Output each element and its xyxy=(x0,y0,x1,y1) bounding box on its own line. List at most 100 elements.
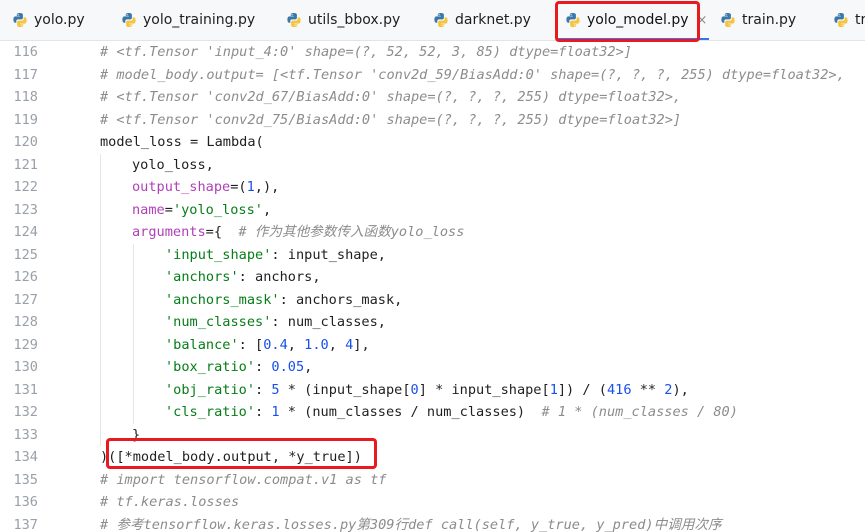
line-number: 117 xyxy=(13,66,38,83)
tab-train[interactable]: train.py xyxy=(720,0,796,40)
code-token: , xyxy=(328,336,346,353)
code-token: : [ xyxy=(238,336,264,353)
code-token: * (num_classes / num_classes) xyxy=(279,404,542,420)
code-line: 137 # 参考tensorflow.keras.losses.py第309行de… xyxy=(0,514,865,532)
code-token: # <tf.Tensor 'conv2d_75/BiasAdd:0' shape… xyxy=(100,111,682,128)
code-token: 1.0 xyxy=(304,336,329,353)
tab-yolo-model[interactable]: yolo_model.py × xyxy=(565,0,707,40)
code-token: = xyxy=(164,201,173,218)
code-token: 5 xyxy=(271,381,280,398)
code-line: 134 )([*model_body.output, *y_true]) xyxy=(0,446,865,469)
code-token: , xyxy=(287,336,305,353)
code-text: name='yolo_loss', xyxy=(132,199,271,222)
code-editor[interactable]: 116 # <tf.Tensor 'input_4:0' shape=(?, 52… xyxy=(0,41,865,532)
code-text: 'anchors': anchors, xyxy=(165,266,321,289)
code-token: , xyxy=(304,359,313,375)
code-text: 'obj_ratio': 5 * (input_shape[0] * input… xyxy=(165,379,689,402)
code-token: 1 xyxy=(271,404,280,420)
tab-label: train.py xyxy=(742,12,797,28)
line-number: 119 xyxy=(13,111,38,128)
code-token: # model_body.output= [<tf.Tensor 'conv2d… xyxy=(100,66,845,83)
tab-label: yolo.py xyxy=(34,12,85,28)
code-token: # import tensorflow.compat.v1 as tf xyxy=(100,471,387,488)
code-token: ** xyxy=(631,381,665,398)
code-token: } xyxy=(132,426,141,443)
code-token: : anchors_mask, xyxy=(279,291,403,308)
code-token: yolo_loss, xyxy=(132,156,214,173)
code-token: 1 xyxy=(246,179,255,195)
line-number: 136 xyxy=(13,494,38,510)
code-token: ] * input_shape[ xyxy=(418,381,550,398)
code-text: output_shape=(1,), xyxy=(132,176,279,199)
code-text: # import tensorflow.compat.v1 as tf xyxy=(100,469,386,492)
line-number: 124 xyxy=(13,224,38,240)
line-number: 134 xyxy=(13,449,38,465)
code-token: * (input_shape[ xyxy=(279,381,411,398)
code-token: : anchors, xyxy=(238,269,321,285)
code-line: 122 output_shape=(1,), xyxy=(0,176,865,199)
code-line: 124 arguments={ # 作为其他参数传入函数yolo_loss xyxy=(0,221,865,244)
python-file-icon xyxy=(122,13,136,27)
code-token: 0.05 xyxy=(271,359,305,375)
code-text: 'balance': [0.4, 1.0, 4], xyxy=(165,334,370,357)
code-text: model_loss = Lambda( xyxy=(100,131,264,154)
code-token: arguments xyxy=(132,224,206,240)
code-line: 136 # tf.keras.losses xyxy=(0,491,865,514)
code-token: ]) / ( xyxy=(557,381,607,398)
code-token: ], xyxy=(353,336,370,353)
tab-utils-bbox[interactable]: utils_bbox.py xyxy=(286,0,400,40)
code-token: 416 xyxy=(606,381,632,398)
tab-yolo-training[interactable]: yolo_training.py xyxy=(121,0,255,40)
code-token: # <tf.Tensor 'input_4:0' shape=(?, 52, 5… xyxy=(100,44,632,60)
code-text: 'input_shape': input_shape, xyxy=(165,244,386,267)
tab-label: yolo_model.py xyxy=(587,12,689,28)
code-line: 126 'anchors': anchors, xyxy=(0,266,865,289)
python-file-icon xyxy=(721,13,735,27)
line-number: 130 xyxy=(13,359,38,375)
code-token: name xyxy=(132,201,165,218)
code-token: 'box_ratio' xyxy=(165,359,256,375)
code-line: 133} xyxy=(0,424,865,447)
code-token: 'anchors' xyxy=(165,269,239,285)
line-number: 128 xyxy=(13,314,38,330)
code-text: 'num_classes': num_classes, xyxy=(165,311,386,334)
line-number: 121 xyxy=(13,156,38,173)
line-number: 137 xyxy=(13,516,38,532)
code-text: # <tf.Tensor 'conv2d_67/BiasAdd:0' shape… xyxy=(100,86,681,109)
tab-truncated[interactable]: tr xyxy=(833,0,865,40)
code-line: 130 'box_ratio': 0.05, xyxy=(0,356,865,379)
python-file-icon xyxy=(834,13,848,27)
code-token: ), xyxy=(672,381,689,398)
code-token: 'num_classes' xyxy=(165,314,272,330)
code-text: arguments={ # 作为其他参数传入函数yolo_loss xyxy=(132,221,464,244)
code-token: 1 xyxy=(549,381,558,398)
line-number: 125 xyxy=(13,246,38,263)
tab-darknet[interactable]: darknet.py xyxy=(433,0,531,40)
code-line: 119 # <tf.Tensor 'conv2d_75/BiasAdd:0' sh… xyxy=(0,109,865,132)
code-text: 'anchors_mask': anchors_mask, xyxy=(165,289,402,312)
code-text: )([*model_body.output, *y_true]) xyxy=(100,446,362,469)
tab-yolo[interactable]: yolo.py xyxy=(12,0,85,40)
code-line: 123 name='yolo_loss', xyxy=(0,199,865,222)
line-number: 122 xyxy=(13,179,38,195)
code-text: # 参考tensorflow.keras.losses.py第309行def c… xyxy=(100,514,722,532)
code-token: =( xyxy=(230,179,247,195)
code-line: 127 'anchors_mask': anchors_mask, xyxy=(0,289,865,312)
code-line: 116 # <tf.Tensor 'input_4:0' shape=(?, 52… xyxy=(0,41,865,64)
tab-label: yolo_training.py xyxy=(143,12,256,28)
code-token: : input_shape, xyxy=(271,246,386,263)
code-line: 128 'num_classes': num_classes, xyxy=(0,311,865,334)
code-token: 'cls_ratio' xyxy=(165,404,256,420)
tab-label: utils_bbox.py xyxy=(308,12,401,28)
code-token: 0 xyxy=(410,381,419,398)
line-number: 132 xyxy=(13,404,38,420)
code-token: : num_classes, xyxy=(271,314,386,330)
code-token: , xyxy=(262,201,272,218)
code-token: 'input_shape' xyxy=(165,246,272,263)
code-token: : xyxy=(255,404,272,420)
code-text: # <tf.Tensor 'conv2d_75/BiasAdd:0' shape… xyxy=(100,109,681,132)
close-icon[interactable]: × xyxy=(697,13,708,28)
line-number: 118 xyxy=(13,89,38,105)
python-file-icon xyxy=(287,13,301,27)
code-text: 'cls_ratio': 1 * (num_classes / num_clas… xyxy=(165,401,738,424)
